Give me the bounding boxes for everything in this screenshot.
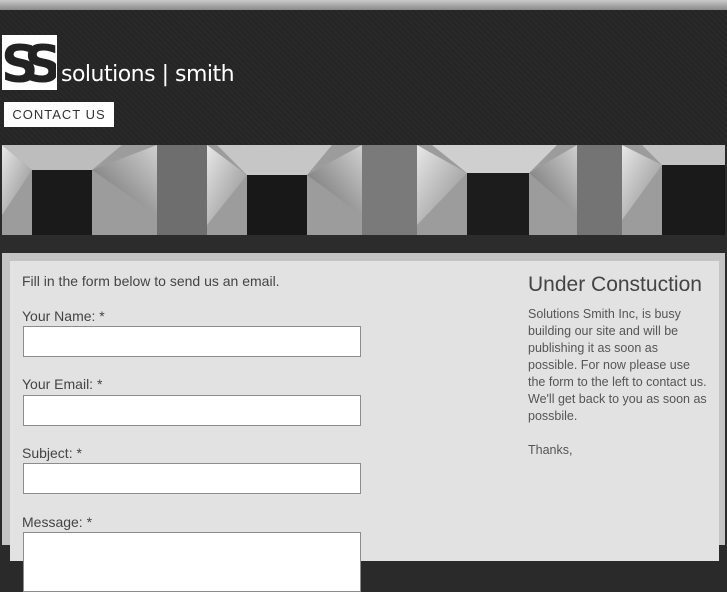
email-input[interactable] [23,395,361,426]
logo-mark: SS [2,35,57,90]
main-content: Fill in the form below to send us an ema… [2,253,725,592]
content-panel: Fill in the form below to send us an ema… [10,261,719,592]
site-header: SS solutions | smith CONTACT US [0,10,727,145]
subject-input[interactable] [23,463,361,494]
name-input[interactable] [23,326,361,357]
contact-us-button[interactable]: CONTACT US [4,102,114,127]
architecture-banner-image [2,145,725,235]
svg-text:SS: SS [3,36,56,89]
sidebar-body: Solutions Smith Inc, is busy building ou… [528,307,707,423]
top-bar [0,0,727,10]
divider-band [0,235,727,253]
name-label: Your Name: * [22,308,105,324]
subject-label: Subject: * [22,445,82,461]
message-textarea[interactable] [23,532,361,592]
site-logo[interactable]: SS solutions | smith [2,35,235,90]
sidebar-title: Under Constuction [528,273,702,296]
header-banner-image [2,145,725,235]
email-label: Your Email: * [22,376,103,392]
logo-wordmark: solutions | smith [61,62,235,87]
logo-ss-icon: SS [3,36,56,89]
sidebar-thanks: Thanks, [528,443,573,457]
message-label: Message: * [22,514,93,530]
form-intro: Fill in the form below to send us an ema… [22,273,280,289]
